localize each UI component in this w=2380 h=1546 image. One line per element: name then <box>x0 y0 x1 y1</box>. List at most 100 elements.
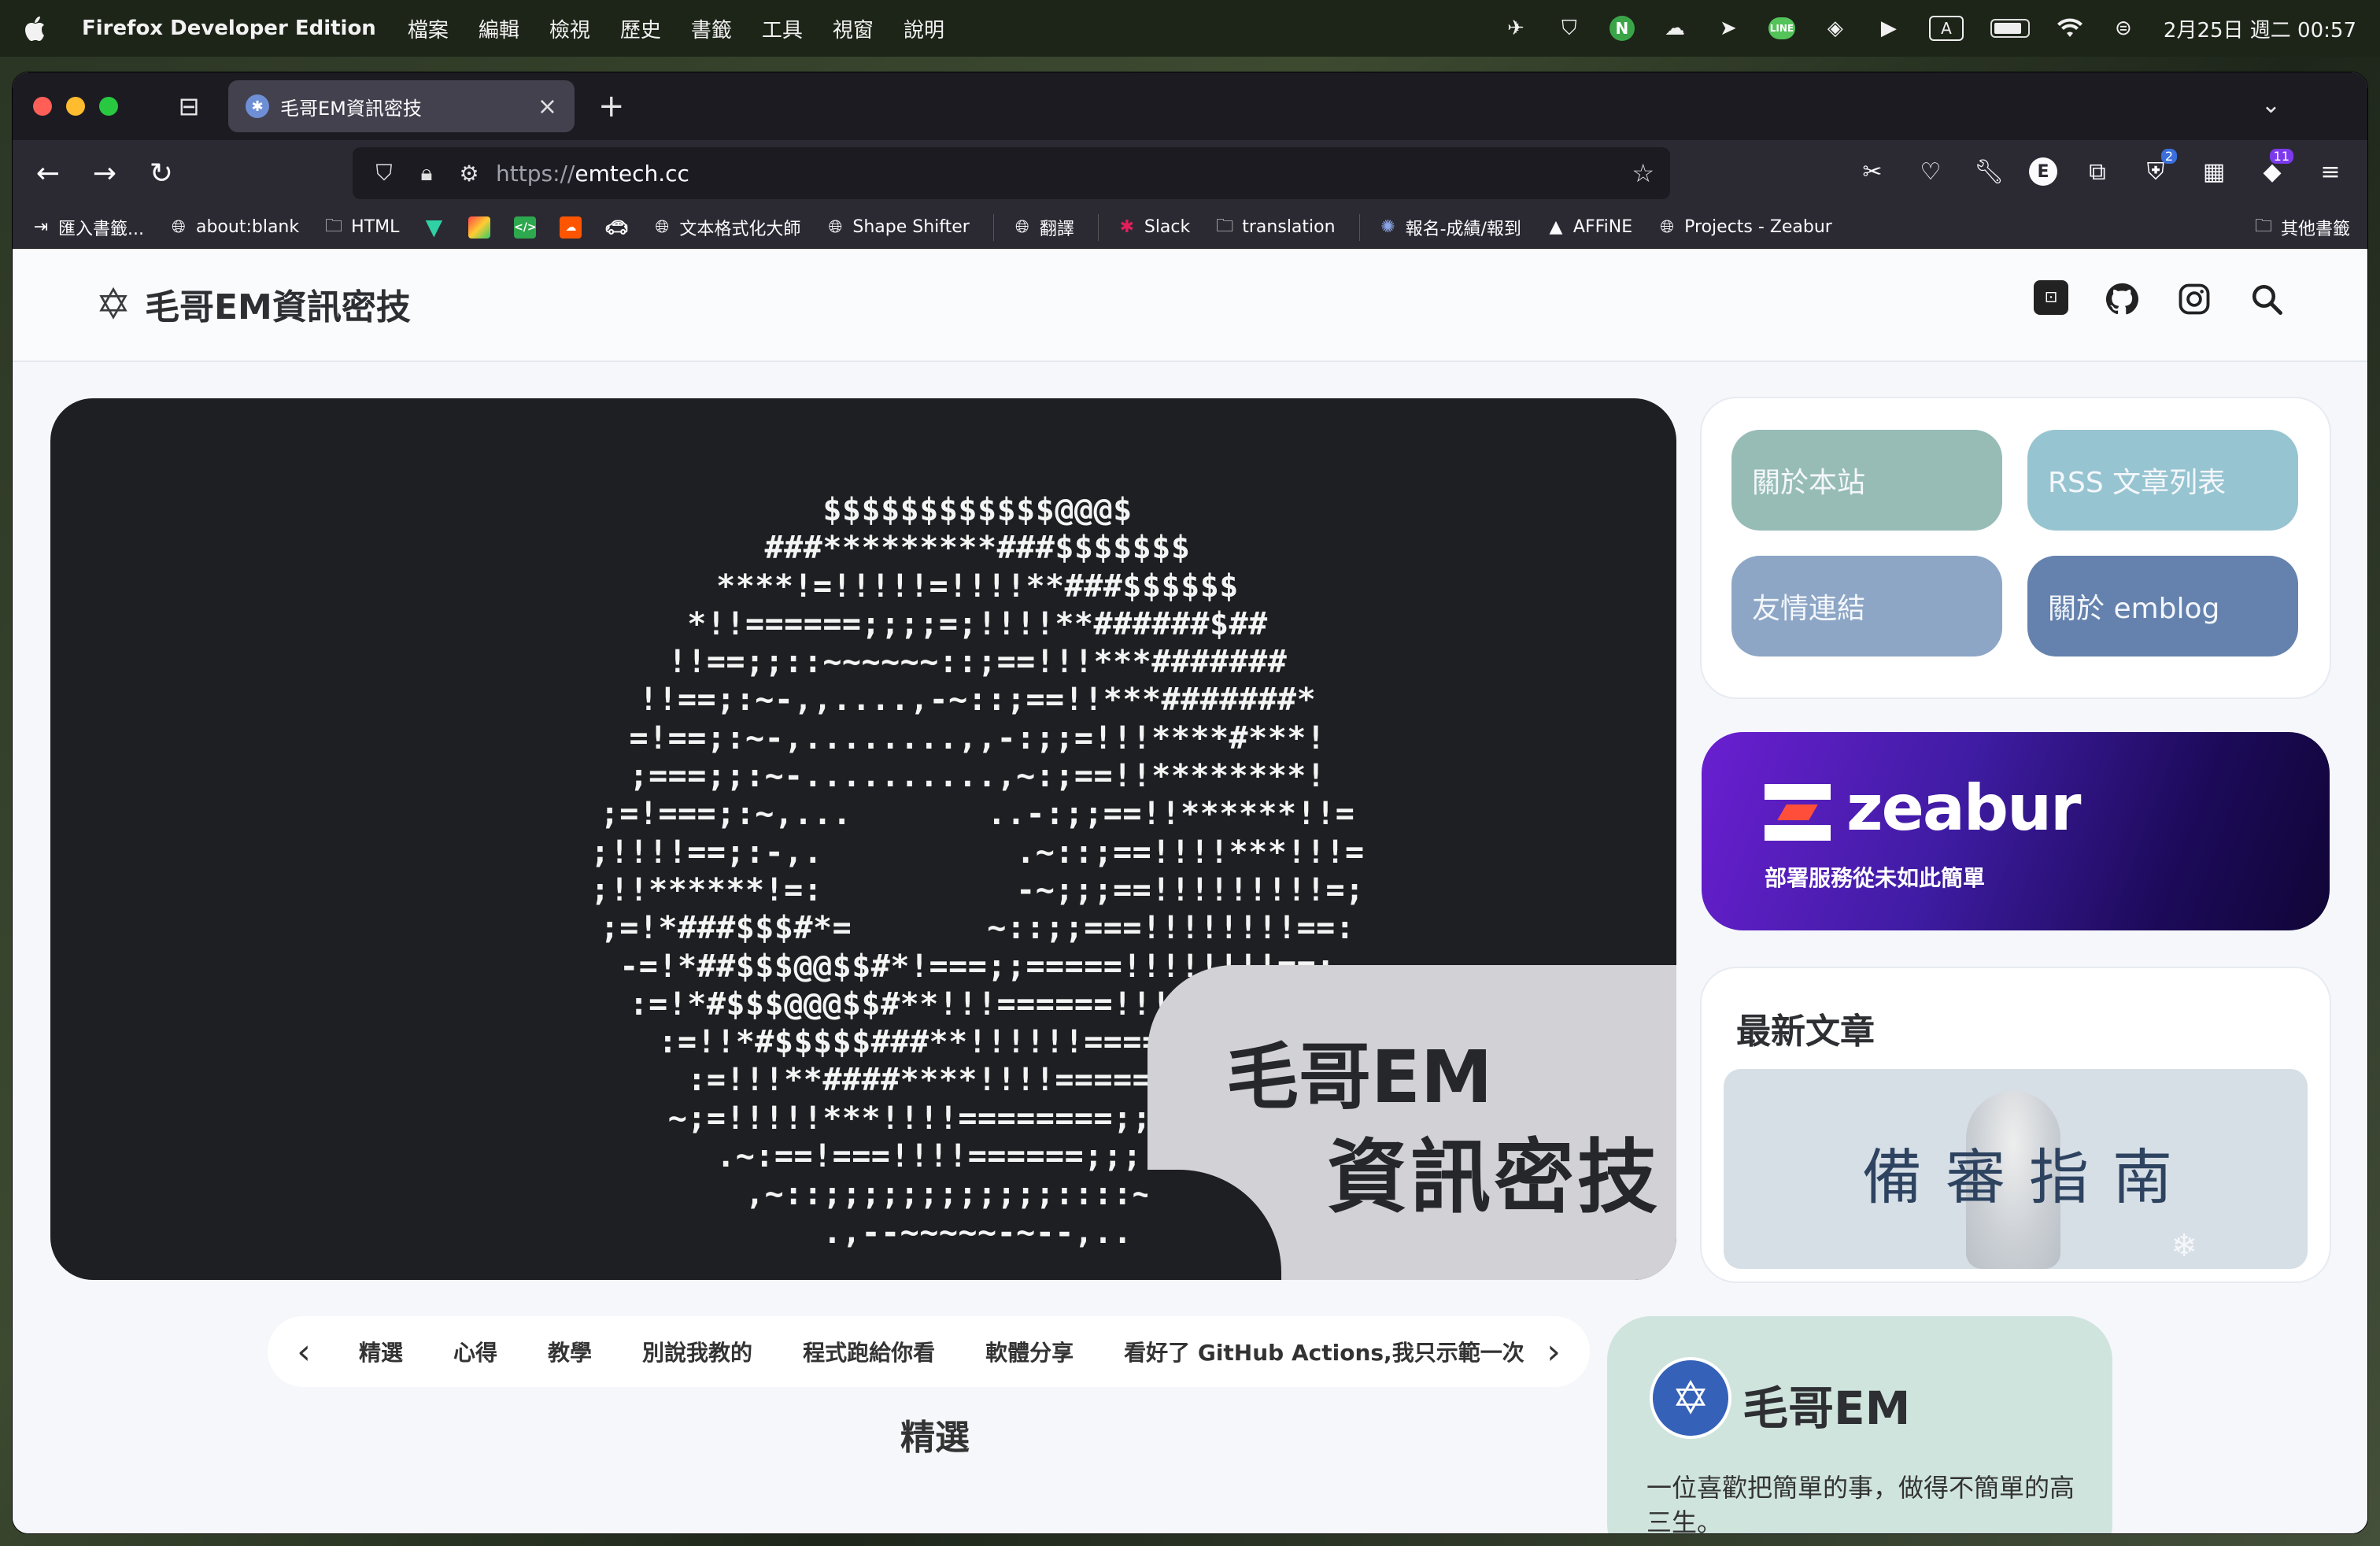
bookmark-translation[interactable]: 🗀 translation <box>1214 216 1335 239</box>
app-name[interactable]: Firefox Developer Edition <box>82 17 376 40</box>
extensions-icon[interactable]: ⧉ <box>2079 153 2116 190</box>
lock-icon[interactable]: 🔒︎ <box>411 157 442 189</box>
bookmark-text-formatter[interactable]: 🌐︎ 文本格式化大師 <box>651 215 801 240</box>
close-tab-icon[interactable]: × <box>538 93 557 120</box>
e-extension-icon[interactable]: E <box>2029 157 2057 186</box>
back-icon[interactable]: ← <box>28 153 68 193</box>
status-area: ✈ ⛉ N ☁ ➤ LINE ◈ ▶ A ⊜ 2月25日 週二 00:57 <box>1502 14 2356 43</box>
input-icon[interactable]: A <box>1928 16 1964 41</box>
tracking-protection-icon[interactable]: ⛉ <box>368 157 400 189</box>
bookmark-registration[interactable]: ✺ 報名-成績/報到 <box>1377 215 1521 240</box>
bookmark-about-blank[interactable]: 🌐︎ about:blank <box>168 216 299 239</box>
menu-help[interactable]: 說明 <box>904 14 944 43</box>
friend-links-button[interactable]: 友情連結 <box>1731 556 2002 656</box>
rocket-icon[interactable]: ✈ <box>1502 15 1529 42</box>
rss-button[interactable]: RSS 文章列表 <box>2027 430 2298 531</box>
bitwarden-icon[interactable]: ⛨ 2 <box>2138 149 2177 190</box>
hero-title-line2: 資訊密技 <box>1327 1131 1661 1225</box>
pocket-icon[interactable]: ♡ <box>1913 153 1949 190</box>
screenshot-icon[interactable]: ✂ <box>1854 153 1890 190</box>
category-programs[interactable]: 程式跑給你看 <box>803 1336 935 1367</box>
tab-active[interactable]: ✱ 毛哥EM資訊密技 × <box>228 80 575 132</box>
latest-post-thumbnail[interactable]: 備審指南 ❄ <box>1724 1069 2308 1269</box>
category-software[interactable]: 軟體分享 <box>985 1336 1074 1367</box>
zeabur-ad[interactable]: zeabur 部署服務從未如此簡單 <box>1702 732 2330 930</box>
minimize-window-button[interactable] <box>66 97 85 116</box>
avatar[interactable]: ✡ <box>1650 1357 1731 1439</box>
bookmark-zeabur-projects[interactable]: 🌐︎ Projects - Zeabur <box>1656 216 1832 239</box>
section-title: 精選 <box>900 1418 970 1458</box>
send-icon[interactable]: ➤ <box>1715 15 1742 42</box>
chevron-down-icon[interactable]: ⌄ <box>2261 91 2281 119</box>
about-emblog-button[interactable]: 關於 emblog <box>2027 556 2298 656</box>
reload-icon[interactable]: ↻ <box>142 153 181 193</box>
ascii-line: ;=!*###$$$#*= ~::;;===!!!!!!!!==: <box>600 910 1355 947</box>
url-host: emtech.cc <box>575 160 689 187</box>
bookmark-translate[interactable]: 🌐︎ 翻譯 <box>1011 215 1074 240</box>
grid-icon[interactable]: ▦ <box>2196 153 2232 190</box>
permissions-icon[interactable]: ⚙ <box>453 157 485 189</box>
menu-icon[interactable]: ≡ <box>2312 153 2349 190</box>
menu-edit[interactable]: 編輯 <box>479 14 519 43</box>
play-icon[interactable]: ▶ <box>1876 15 1902 42</box>
n-icon[interactable]: N <box>1609 16 1635 41</box>
line-icon[interactable]: LINE <box>1768 17 1795 39</box>
site-icon: ✺ <box>1380 217 1395 237</box>
cloud-icon[interactable]: ☁ <box>1661 15 1688 42</box>
bookmark-shape-shifter[interactable]: 🌐︎ Shape Shifter <box>824 216 970 239</box>
menu-view[interactable]: 檢視 <box>549 14 590 43</box>
forward-icon[interactable]: → <box>85 153 124 193</box>
apple-icon[interactable] <box>24 15 47 42</box>
category-dont-say-i-taught[interactable]: 別說我教的 <box>642 1336 752 1367</box>
layers-icon[interactable]: ◈ <box>1822 15 1849 42</box>
vue-icon[interactable]: ▼ <box>423 214 445 240</box>
folder-icon: 🗀 <box>2254 216 2272 236</box>
category-thoughts[interactable]: 心得 <box>453 1336 497 1367</box>
shield-icon[interactable]: ⛉ <box>1556 15 1583 42</box>
site-logo[interactable]: ✡ 毛哥EM資訊密技 <box>90 279 411 329</box>
tab-manager-icon[interactable]: ⊟ <box>173 91 205 122</box>
purple-extension-icon[interactable]: ◆ 11 <box>2254 149 2293 190</box>
slack-icon: ✱ <box>1119 217 1135 237</box>
close-window-button[interactable] <box>33 97 52 116</box>
bookmark-slack[interactable]: ✱ Slack <box>1116 216 1191 239</box>
bookmark-import[interactable]: ⇥ 匯入書籤... <box>30 215 144 240</box>
code-icon[interactable]: </> <box>514 216 537 239</box>
search-icon[interactable] <box>2248 280 2286 318</box>
bookmark-separator <box>1358 213 1360 241</box>
menu-history[interactable]: 歷史 <box>620 14 661 43</box>
soundcloud-icon[interactable]: ☁ <box>560 216 582 239</box>
car-icon[interactable]: 🚗︎ <box>604 216 628 239</box>
wrench-icon[interactable]: 🔧︎ <box>1971 153 2007 190</box>
other-bookmarks[interactable]: 🗀 其他書籤 <box>2252 215 2350 240</box>
ascii-line: ;!!!!==;:-,. .~::;==!!!!***!!!= <box>590 834 1365 871</box>
hero-title-line1: 毛哥EM <box>1226 1035 1493 1119</box>
chevron-right-icon[interactable]: › <box>1538 1332 1569 1372</box>
about-site-button[interactable]: 關於本站 <box>1731 430 2002 531</box>
instagram-icon[interactable] <box>2175 280 2213 318</box>
wifi-icon[interactable] <box>2057 15 2083 42</box>
category-github-actions[interactable]: 看好了 GitHub Actions,我只示範一次 <box>1124 1336 1524 1367</box>
menu-bookmarks[interactable]: 書籤 <box>691 14 732 43</box>
category-featured[interactable]: 精選 <box>359 1336 403 1367</box>
bookmark-star-icon[interactable]: ☆ <box>1632 158 1654 188</box>
colorful-icon[interactable] <box>468 216 491 239</box>
bookmark-html[interactable]: 🗀 HTML <box>323 216 399 239</box>
menu-tools[interactable]: 工具 <box>762 14 803 43</box>
zoom-window-button[interactable] <box>99 97 118 116</box>
category-tutorials[interactable]: 教學 <box>548 1336 592 1367</box>
menubar-clock[interactable]: 2月25日 週二 00:57 <box>2164 14 2356 43</box>
new-tab-button[interactable]: + <box>598 88 625 124</box>
control-center-icon[interactable]: ⊜ <box>2110 15 2137 42</box>
github-icon[interactable] <box>2103 280 2141 318</box>
site-title: 毛哥EM資訊密技 <box>145 287 411 327</box>
menu-file[interactable]: 檔案 <box>408 14 449 43</box>
dice-icon[interactable]: ⚀ <box>2034 280 2068 315</box>
bookmark-affine[interactable]: ▲ AFFiNE <box>1545 216 1632 239</box>
bookmark-label: 翻譯 <box>1039 219 1074 239</box>
menu-window[interactable]: 視窗 <box>833 14 874 43</box>
url-bar[interactable]: ⛉ 🔒︎ ⚙ https:// emtech.cc ☆ <box>353 147 1670 199</box>
hero-banner[interactable]: $$$$$$$$$$$$@@@$ ###*********###$$$$$$$ **… <box>50 398 1676 1280</box>
chevron-left-icon[interactable]: ‹ <box>288 1332 320 1372</box>
battery-icon[interactable] <box>1990 19 2030 38</box>
